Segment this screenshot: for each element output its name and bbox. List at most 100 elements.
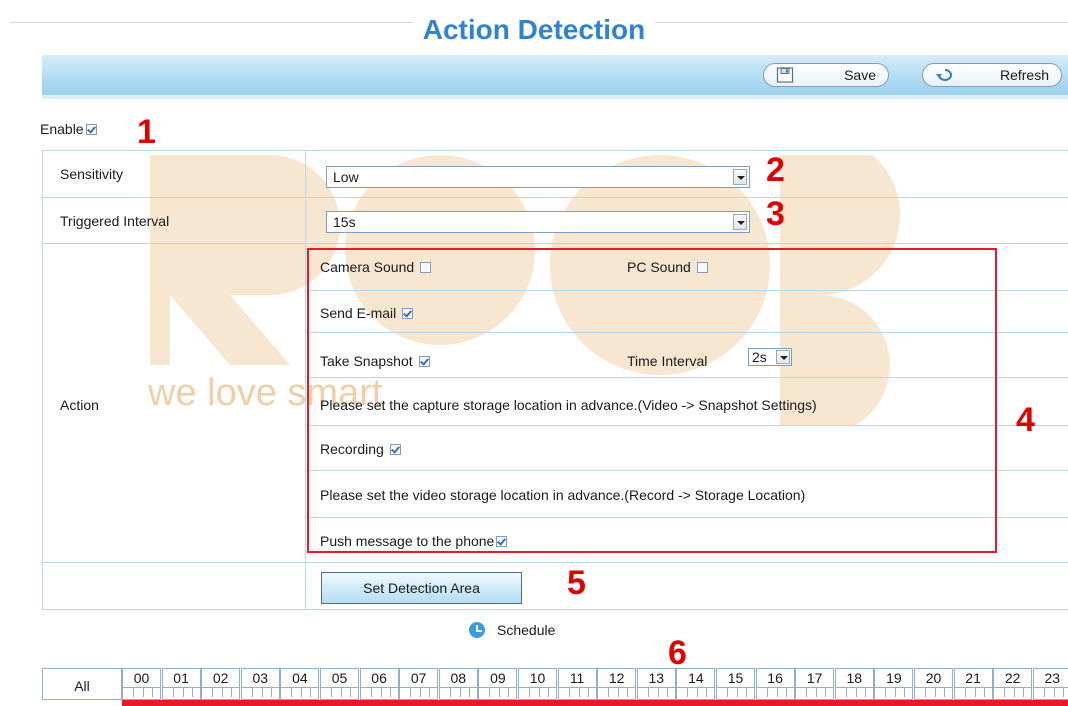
schedule-quarter-tick — [657, 687, 659, 697]
schedule-hour-15[interactable]: 15 — [716, 668, 755, 700]
push-message-checkbox[interactable] — [496, 536, 508, 547]
schedule-hour-20[interactable]: 20 — [914, 668, 953, 700]
save-button[interactable]: Save — [763, 63, 889, 87]
refresh-icon — [936, 69, 952, 81]
push-message-label: Push message to the phone — [320, 533, 495, 549]
schedule-selected-strip[interactable] — [122, 700, 1068, 706]
schedule-hour-label: 05 — [321, 669, 358, 688]
schedule-quarter-tick — [389, 687, 391, 697]
schedule-hour-01[interactable]: 01 — [161, 668, 201, 700]
schedule-hour-06[interactable]: 06 — [359, 668, 399, 700]
camera-sound-checkbox[interactable] — [420, 262, 432, 273]
schedule-quarter-tick — [1004, 687, 1006, 697]
enable-checkbox[interactable] — [85, 124, 97, 135]
schedule-quarter-tick — [331, 687, 332, 697]
pc-sound-row: PC Sound — [627, 259, 708, 275]
schedule-hour-label: 12 — [598, 669, 636, 688]
schedule-hour-09[interactable]: 09 — [478, 668, 518, 700]
schedule-quarter-tick — [885, 687, 887, 697]
schedule-quarter-tick — [776, 687, 778, 697]
schedule-quarter-tick — [737, 687, 738, 697]
pc-sound-label: PC Sound — [627, 259, 691, 275]
schedule-hour-label: 13 — [637, 669, 675, 688]
schedule-hour-05[interactable]: 05 — [320, 668, 359, 700]
time-interval-label: Time Interval — [627, 353, 708, 369]
chevron-down-icon — [733, 169, 747, 185]
schedule-hour-21[interactable]: 21 — [953, 668, 993, 700]
pc-sound-checkbox[interactable] — [696, 262, 708, 273]
schedule-quarter-tick — [825, 687, 827, 697]
schedule-quarter-tick — [944, 687, 945, 697]
snapshot-note: Please set the capture storage location … — [320, 397, 817, 413]
schedule-quarter-tick — [587, 687, 589, 697]
grid-line — [42, 609, 1068, 610]
grid-line — [305, 150, 306, 610]
schedule-quarter-tick — [935, 687, 936, 697]
schedule-quarter-tick — [310, 687, 312, 697]
sensitivity-label: Sensitivity — [60, 166, 124, 182]
clock-icon — [469, 622, 485, 638]
send-email-row: Send E-mail — [320, 305, 414, 321]
recording-note: Please set the video storage location in… — [320, 487, 806, 503]
schedule-hour-label: 19 — [875, 669, 913, 688]
action-label: Action — [60, 397, 99, 413]
schedule-hour-12[interactable]: 12 — [597, 668, 637, 700]
schedule-hour-label: 06 — [360, 669, 398, 688]
marker-6: 6 — [668, 634, 687, 672]
schedule-hour-02[interactable]: 02 — [201, 668, 241, 700]
schedule-hour-22[interactable]: 22 — [993, 668, 1033, 700]
schedule-hour-13[interactable]: 13 — [636, 668, 676, 700]
schedule-quarter-tick — [1062, 687, 1064, 697]
save-icon — [776, 67, 794, 83]
save-label: Save — [844, 67, 876, 83]
schedule-quarter-tick — [568, 687, 570, 697]
enable-label: Enable — [40, 121, 84, 137]
schedule-quarter-tick — [697, 687, 699, 697]
schedule-quarter-tick — [1014, 687, 1016, 697]
schedule-all-button[interactable]: All — [42, 668, 122, 700]
marker-3: 3 — [766, 195, 785, 233]
sensitivity-select[interactable]: Low — [326, 166, 750, 188]
schedule-quarter-tick — [508, 687, 510, 697]
take-snapshot-label: Take Snapshot — [320, 353, 413, 369]
schedule-hour-label: 03 — [241, 669, 279, 688]
schedule-hour-03[interactable]: 03 — [240, 668, 280, 700]
schedule-hour-04[interactable]: 04 — [280, 668, 320, 700]
schedule-label: Schedule — [497, 622, 556, 638]
send-email-label: Send E-mail — [320, 305, 397, 321]
take-snapshot-row: Take Snapshot — [320, 353, 430, 369]
schedule-hour-23[interactable]: 23 — [1032, 668, 1068, 700]
grid-line — [42, 150, 1068, 151]
grid-line — [42, 243, 1068, 244]
schedule-hour-10[interactable]: 10 — [518, 668, 557, 700]
schedule-hour-11[interactable]: 11 — [557, 668, 597, 700]
schedule-quarter-tick — [251, 687, 253, 697]
marker-1: 1 — [137, 113, 156, 151]
schedule-hour-08[interactable]: 08 — [438, 668, 478, 700]
schedule-hour-17[interactable]: 17 — [795, 668, 835, 700]
refresh-button[interactable]: Refresh — [922, 63, 1062, 87]
schedule-quarter-tick — [785, 687, 787, 697]
set-detection-area-button[interactable]: Set Detection Area — [321, 572, 522, 604]
time-interval-select[interactable]: 2s — [748, 348, 792, 366]
time-interval-value: 2s — [752, 349, 767, 365]
schedule-hour-label: 18 — [835, 669, 873, 688]
chevron-down-icon — [733, 214, 747, 230]
schedule-quarter-tick — [182, 687, 184, 697]
recording-checkbox[interactable] — [389, 444, 401, 455]
schedule-hour-14[interactable]: 14 — [676, 668, 716, 700]
schedule-hour-07[interactable]: 07 — [399, 668, 439, 700]
schedule-hour-18[interactable]: 18 — [834, 668, 874, 700]
schedule-quarter-tick — [172, 687, 174, 697]
schedule-quarter-tick — [578, 687, 580, 697]
schedule-hour-19[interactable]: 19 — [874, 668, 914, 700]
schedule-quarter-tick — [410, 687, 412, 697]
schedule-quarter-tick — [1053, 687, 1055, 697]
take-snapshot-checkbox[interactable] — [418, 356, 430, 367]
schedule-hour-16[interactable]: 16 — [755, 668, 795, 700]
send-email-checkbox[interactable] — [402, 308, 414, 319]
schedule-quarter-tick — [925, 687, 926, 697]
triggered-interval-select[interactable]: 15s — [326, 211, 750, 233]
schedule-hour-00[interactable]: 00 — [122, 668, 161, 700]
schedule-hour-label: 21 — [954, 669, 992, 688]
